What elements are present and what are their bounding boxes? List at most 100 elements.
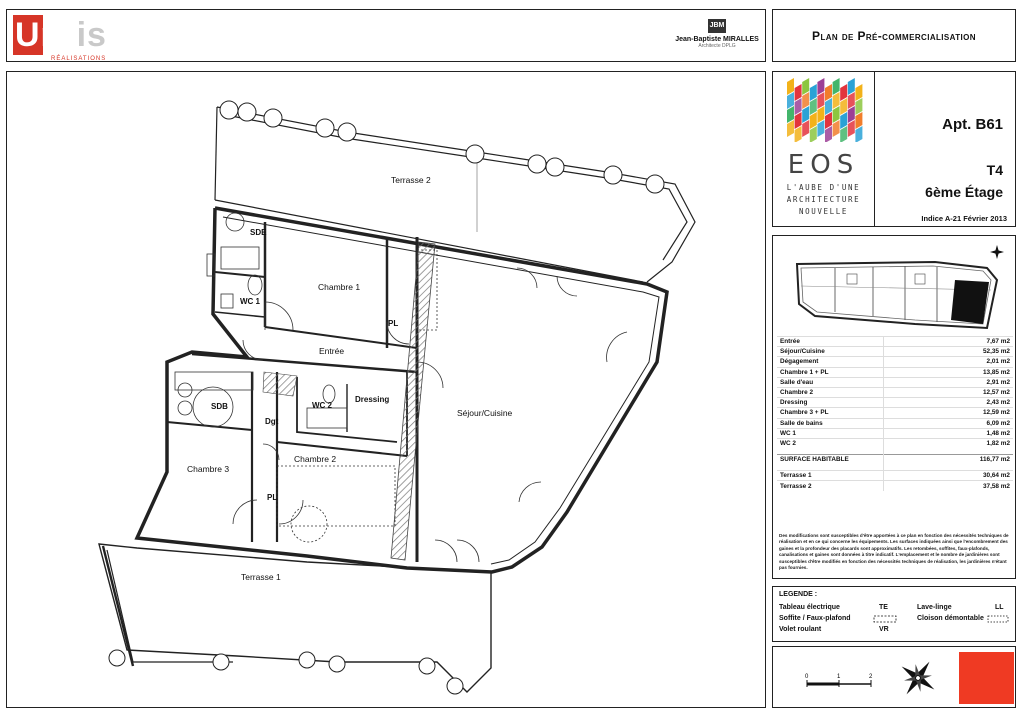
surface-table: Entrée 7,67 m2 Séjour/Cuisine 52,35 m2 Dégag… [777,335,1013,492]
surface-row: Chambre 3 + PL 12,59 m2 [777,407,1013,418]
surface-label: Terrasse 1 [777,470,883,481]
divider [874,72,875,226]
duct-hatch [390,241,436,561]
room-label-wc1: WC 1 [240,297,261,306]
room-label-chambre-3: Chambre 3 [187,464,229,474]
surface-value: 6,09 m2 [882,417,1013,429]
apartment-highlight [951,280,989,324]
surface-label: WC 1 [777,427,883,439]
terrace-2-area [214,106,696,283]
surface-label: Séjour/Cuisine [777,346,883,357]
project-name: EOS [787,150,860,180]
legend-label-ll: Lave-linge [917,604,952,611]
terrace-row: Terrasse 2 37,58 m2 [777,480,1013,492]
surface-row: Salle d'eau 2,91 m2 [777,376,1013,388]
surface-row: Dressing 2,43 m2 [777,397,1013,408]
surface-value: 37,58 m2 [882,480,1013,492]
surface-label: Chambre 2 [777,386,883,398]
terrace-row: Terrasse 1 30,64 m2 [777,470,1013,481]
room-label-dgt: Dgt [265,417,279,426]
surface-row: WC 2 1,82 m2 [777,437,1013,449]
legend-label-te: Tableau électrique [779,604,840,611]
room-label-entree: Entrée [319,346,344,356]
surface-value: 52,35 m2 [882,346,1013,357]
surface-label: Salle d'eau [777,376,883,388]
surface-value: 12,57 m2 [882,386,1013,398]
disclaimer-notes: Des modifications sont susceptibles d'êt… [779,533,1009,571]
legend-code-vr: VR [879,626,889,633]
surface-value: 2,43 m2 [882,397,1013,408]
svg-text:2: 2 [869,674,873,680]
surface-label: Terrasse 2 [777,480,883,492]
footer-box: 0 1 2 [772,646,1016,708]
header: Urbis RÉALISATIONS JBM Jean-Baptiste MIR… [6,9,766,62]
plan-title-box: Plan de Pré-commercialisation [772,9,1016,62]
surface-label: Chambre 3 + PL [777,407,883,418]
project-tagline: L'AUBE D'UNE ARCHITECTURE NOUVELLE [786,183,861,216]
apartment-name: Apt. B61 [942,116,1003,133]
surface-row: Dégagement 2,01 m2 [777,356,1013,368]
legend-title: LEGENDE : [779,591,818,598]
north-arrow-icon [901,661,935,695]
project-box: EOS L'AUBE D'UNE ARCHITECTURE NOUVELLE A… [772,71,1016,227]
architect-name: Jean-Baptiste MIRALLES [675,36,759,43]
info-box: Entrée 7,67 m2 Séjour/Cuisine 52,35 m2 Dégag… [772,235,1016,579]
urbis-logo-sub: RÉALISATIONS [51,56,107,62]
surface-value: 13,85 m2 [882,366,1013,378]
architect-sub: Architecte DPLG [698,43,736,49]
urbis-logo-word: Urbis [15,16,107,54]
surface-value: 2,01 m2 [882,356,1013,368]
floor-plan: Terrasse 2 SDE WC 1 Chambre 1 PL Entrée … [6,71,766,708]
surface-row: Salle de bains 6,09 m2 [777,417,1013,429]
architect-logo: JBM Jean-Baptiste MIRALLES Architecte DP… [672,19,762,55]
room-label-chambre-2: Chambre 2 [294,454,336,464]
duct-hatch-2 [262,371,298,397]
legend-box: LEGENDE : Tableau électrique TE Soffite … [772,586,1016,642]
surface-row: WC 1 1,48 m2 [777,427,1013,439]
legend-code-te: TE [879,604,888,611]
surface-label: Dégagement [777,356,883,368]
brand-color-block [959,652,1014,704]
surface-value: 116,77 m2 [882,454,1013,465]
room-label-pl-3: PL [267,493,277,502]
room-label-dressing: Dressing [355,395,389,404]
legend-label-cloison: Cloison démontable [917,615,984,622]
surface-row: Entrée 7,67 m2 [777,335,1013,347]
surface-label: WC 2 [777,437,883,449]
room-label-chambre-1: Chambre 1 [318,282,360,292]
floor-plan-drawing: Terrasse 2 SDE WC 1 Chambre 1 PL Entrée … [98,100,696,695]
scale-bar: 0 1 2 [805,674,873,687]
legend-label-soffite: Soffite / Faux-plafond [779,615,851,622]
surface-total-row: SURFACE HABITABLE 116,77 m2 [777,454,1013,465]
svg-text:0: 0 [805,674,809,680]
surface-row: Chambre 1 + PL 13,85 m2 [777,366,1013,378]
surface-value: 7,67 m2 [882,335,1013,347]
svg-text:1: 1 [837,674,841,680]
cloison-symbol-icon [987,615,1009,623]
apartment-type: T4 [986,162,1003,178]
eos-logo-icon [787,78,863,142]
room-label-terrasse-2: Terrasse 2 [391,175,431,185]
surface-row: Séjour/Cuisine 52,35 m2 [777,346,1013,357]
legend-code-ll: LL [995,604,1004,611]
surface-value: 1,48 m2 [882,427,1013,439]
apartment-floor: 6ème Étage [925,184,1003,200]
room-label-terrasse-1: Terrasse 1 [241,572,281,582]
room-label-pl-1: PL [388,319,398,328]
surface-value: 30,64 m2 [882,470,1013,481]
surface-value: 12,59 m2 [882,407,1013,418]
surface-label: Chambre 1 + PL [777,366,883,378]
surface-value: 2,91 m2 [882,376,1013,388]
room-label-wc2: WC 2 [312,401,333,410]
compass-icon [990,245,1004,259]
urbis-logo: Urbis RÉALISATIONS [13,15,113,62]
surface-label: Salle de bains [777,417,883,429]
surface-value: 1,82 m2 [882,437,1013,449]
surface-label: Entrée [777,335,883,347]
room-label-sdb: SDB [211,402,228,411]
plan-title: Plan de Pré-commercialisation [812,28,976,43]
surface-row: Chambre 2 12,57 m2 [777,386,1013,398]
room-label-sejour: Séjour/Cuisine [457,408,513,418]
soffite-symbol-icon [873,615,897,623]
surface-label: Dressing [777,397,883,408]
